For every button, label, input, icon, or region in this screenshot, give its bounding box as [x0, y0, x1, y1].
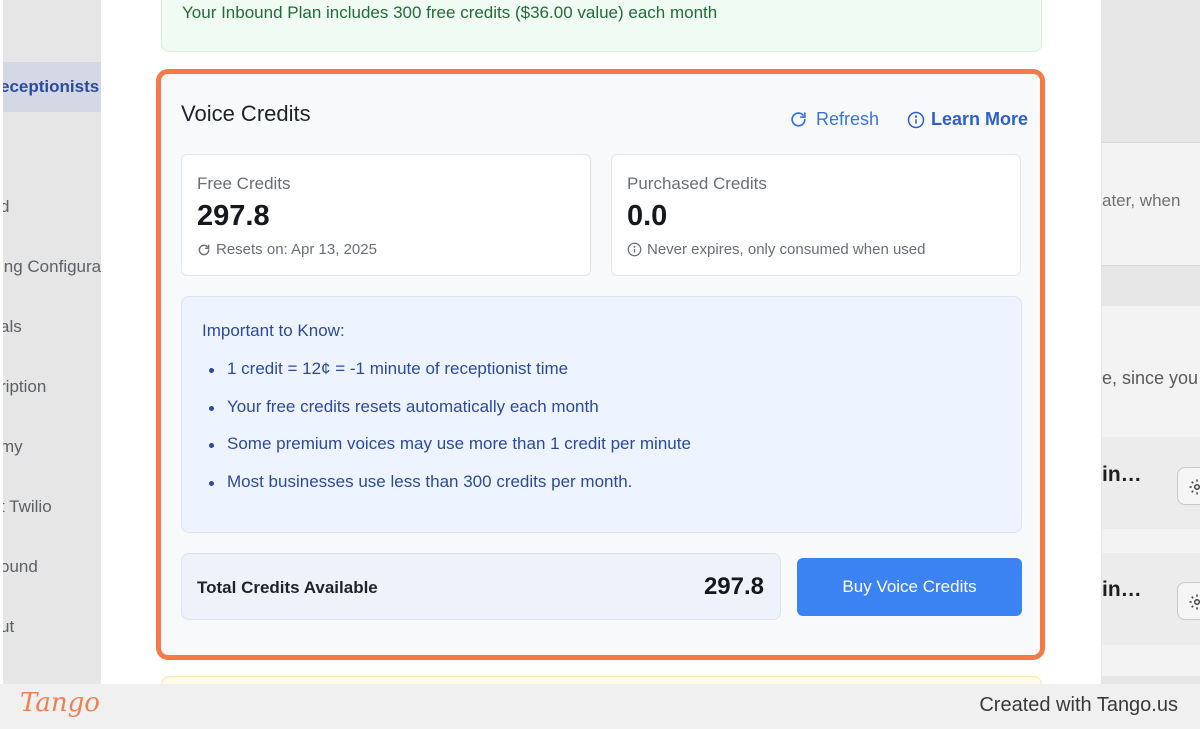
- free-credits-value: 297.8: [197, 200, 270, 232]
- card-title: Voice Credits: [181, 101, 311, 126]
- gear-icon: [1189, 479, 1200, 495]
- learn-more-link[interactable]: Learn More: [907, 109, 1028, 130]
- bg-nav-item-twilio[interactable]: t Twilio: [0, 497, 52, 517]
- purchased-credits-box: Purchased Credits 0.0 Never expires, onl…: [611, 154, 1021, 276]
- refresh-icon: [791, 112, 806, 127]
- tango-credit[interactable]: Created with Tango.us: [979, 694, 1178, 717]
- important-info-box: Important to Know: 1 credit = 12¢ = -1 m…: [181, 296, 1022, 533]
- bg-settings-button[interactable]: [1177, 467, 1200, 505]
- bg-nav-item-receptionists[interactable]: eceptionists: [0, 77, 99, 97]
- free-credits-label: Free Credits: [197, 174, 291, 193]
- voice-credits-card: Voice Credits Refresh Learn More Free Cr…: [156, 69, 1045, 660]
- never-expires-text: Never expires, only consumed when used: [647, 241, 926, 258]
- total-credits-label: Total Credits Available: [197, 578, 378, 597]
- voice-credits-modal: Your Inbound Plan includes 300 free cred…: [101, 0, 1101, 684]
- tango-footer: Tango Created with Tango.us: [0, 684, 1200, 729]
- info-list-item: 1 credit = 12¢ = -1 minute of receptioni…: [207, 359, 691, 397]
- info-icon: [627, 242, 642, 257]
- total-credits-box: Total Credits Available 297.8: [181, 553, 781, 620]
- purchased-credits-value: 0.0: [627, 200, 668, 232]
- info-list-item: Your free credits resets automatically e…: [207, 397, 691, 435]
- free-credits-box: Free Credits 297.8 Resets on: Apr 13, 20…: [181, 154, 591, 276]
- important-info-list: 1 credit = 12¢ = -1 minute of receptioni…: [207, 359, 691, 509]
- free-credits-note: Resets on: Apr 13, 2025: [197, 241, 377, 258]
- bg-right-text: e, since you: [1102, 368, 1199, 388]
- reset-icon: [198, 244, 210, 255]
- bg-nav-item-configuration[interactable]: ing Configura: [0, 257, 101, 277]
- info-list-item: Most businesses use less than 300 credit…: [207, 472, 691, 510]
- plan-banner-text: Your Inbound Plan includes 300 free cred…: [182, 3, 718, 22]
- bg-list-item-title: in…: [1102, 578, 1142, 601]
- bg-settings-button[interactable]: [1177, 582, 1200, 620]
- window-edge: [0, 0, 3, 684]
- plan-banner: Your Inbound Plan includes 300 free cred…: [161, 0, 1042, 52]
- important-info-title: Important to Know:: [202, 321, 345, 340]
- next-section-card: [161, 676, 1042, 684]
- refresh-button[interactable]: Refresh: [789, 109, 879, 130]
- info-list-item: Some premium voices may use more than 1 …: [207, 434, 691, 472]
- bg-nav-item-subscription[interactable]: ription: [0, 377, 46, 397]
- bg-list-item-title: in…: [1102, 463, 1142, 486]
- purchased-credits-note: Never expires, only consumed when used: [627, 241, 925, 258]
- bg-nav-item-inbound[interactable]: ound: [0, 557, 38, 577]
- bg-nav-item[interactable]: als: [0, 317, 22, 337]
- learn-more-label: Learn More: [931, 109, 1029, 129]
- purchased-credits-label: Purchased Credits: [627, 174, 767, 193]
- info-icon: [907, 111, 925, 128]
- total-credits-value: 297.8: [703, 573, 764, 600]
- buy-voice-credits-button[interactable]: Buy Voice Credits: [797, 558, 1022, 616]
- bg-nav-item[interactable]: my: [0, 437, 23, 457]
- reset-date-text: Resets on: Apr 13, 2025: [216, 241, 377, 258]
- bg-right-text: ater, when: [1102, 191, 1181, 210]
- gear-icon: [1189, 594, 1200, 610]
- refresh-label: Refresh: [816, 109, 880, 129]
- tango-logo[interactable]: Tango: [20, 688, 100, 718]
